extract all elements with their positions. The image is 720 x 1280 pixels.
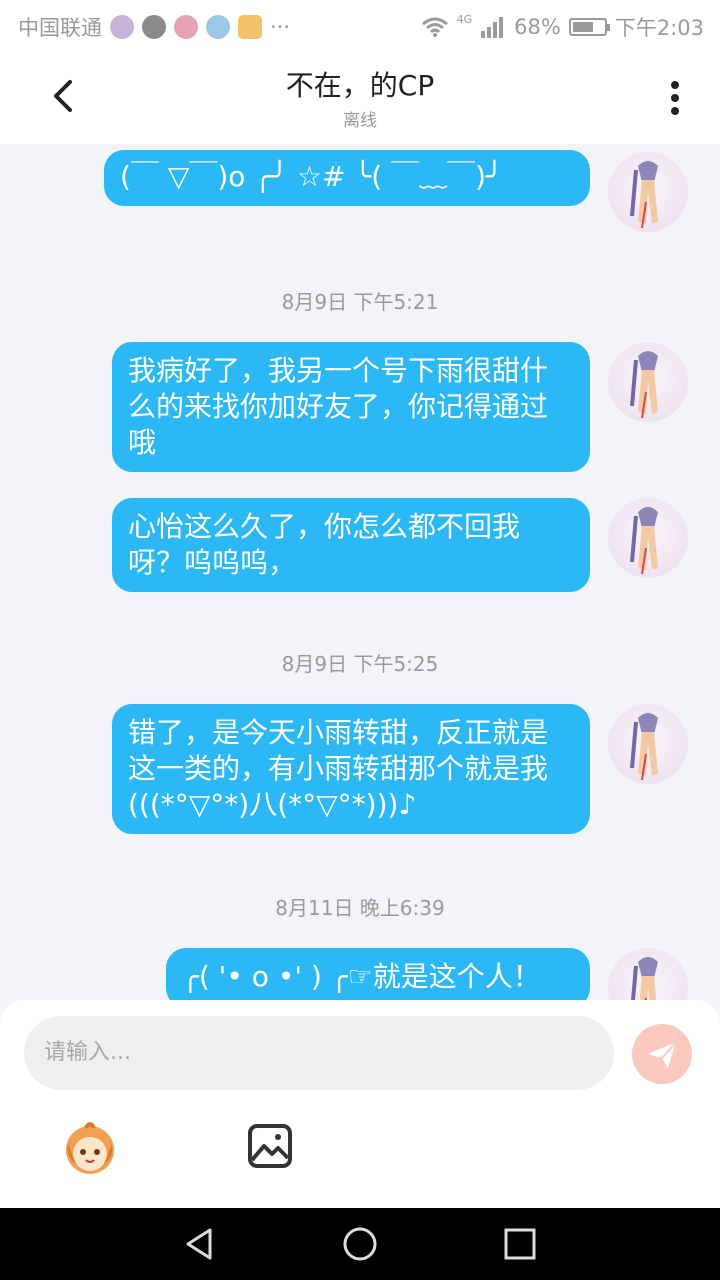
message-input[interactable]: 请输入... <box>24 1016 614 1090</box>
app-notification-icon <box>238 15 262 39</box>
status-bar: 中国联通 ··· 4G 68% 下午2:03 <box>0 0 720 50</box>
avatar[interactable] <box>608 704 688 784</box>
character-avatar-image <box>631 957 658 1000</box>
tiktok-notification-icon <box>142 15 166 39</box>
character-avatar-image <box>630 161 658 229</box>
message-bubble[interactable]: ╭( '• o •' ) ╭☞就是这个人！ <box>166 948 590 1000</box>
more-vertical-icon[interactable] <box>660 78 690 118</box>
avatar[interactable] <box>608 948 688 1000</box>
app-notification-icon <box>206 15 230 39</box>
home-circle-icon[interactable] <box>342 1226 378 1262</box>
message-timestamp: 8月9日 下午5:21 <box>281 290 439 314</box>
chat-header: 不在，的CP 离线 <box>0 50 720 144</box>
recents-square-icon[interactable] <box>502 1226 538 1262</box>
message-timestamp: 8月11日 晚上6:39 <box>275 896 445 920</box>
avatar[interactable] <box>608 152 688 232</box>
character-avatar-image <box>630 713 658 781</box>
clock: 下午2:03 <box>614 16 704 40</box>
network-type: 4G <box>456 12 473 26</box>
composer: 请输入... <box>0 1000 720 1208</box>
wifi-icon <box>421 17 448 37</box>
back-triangle-icon[interactable] <box>182 1226 218 1262</box>
signal-icon <box>481 17 504 38</box>
online-status: 离线 <box>343 111 377 131</box>
image-icon[interactable] <box>246 1122 294 1170</box>
send-icon <box>648 1041 677 1068</box>
app-notification-icon <box>110 15 134 39</box>
message-bubble[interactable]: 心怡这么久了，你怎么都不回我呀？呜呜呜， <box>112 498 590 592</box>
battery-icon <box>568 18 610 36</box>
message-bubble[interactable]: 错了，是今天小雨转甜，反正就是这一类的，有小雨转甜那个就是我(((*°▽°*)八… <box>112 704 590 834</box>
avatar[interactable] <box>608 498 688 578</box>
send-button[interactable] <box>632 1024 692 1084</box>
chat-messages[interactable]: (￣ ▽￣)o ╭╯ ☆# ╰( ￣﹏￣)╯ 8月9日 下午5:21 我病好了，… <box>0 144 720 1000</box>
message-bubble[interactable]: 我病好了，我另一个号下雨很甜什么的来找你加好友了，你记得通过哦 <box>112 342 590 472</box>
character-avatar-image <box>630 507 658 575</box>
carrier-name: 中国联通 <box>18 16 102 40</box>
message-bubble[interactable]: (￣ ▽￣)o ╭╯ ☆# ╰( ￣﹏￣)╯ <box>104 150 590 206</box>
app-notification-icon <box>174 15 198 39</box>
system-navigation-bar <box>0 1208 720 1280</box>
chat-title: 不在，的CP <box>285 69 435 102</box>
message-timestamp: 8月9日 下午5:25 <box>281 652 439 676</box>
more-notifications-icon: ··· <box>270 15 291 39</box>
battery-percent: 68% <box>514 15 561 39</box>
avatar[interactable] <box>608 342 688 422</box>
character-avatar-image <box>630 351 658 419</box>
emoji-sticker-icon[interactable] <box>60 1118 120 1178</box>
